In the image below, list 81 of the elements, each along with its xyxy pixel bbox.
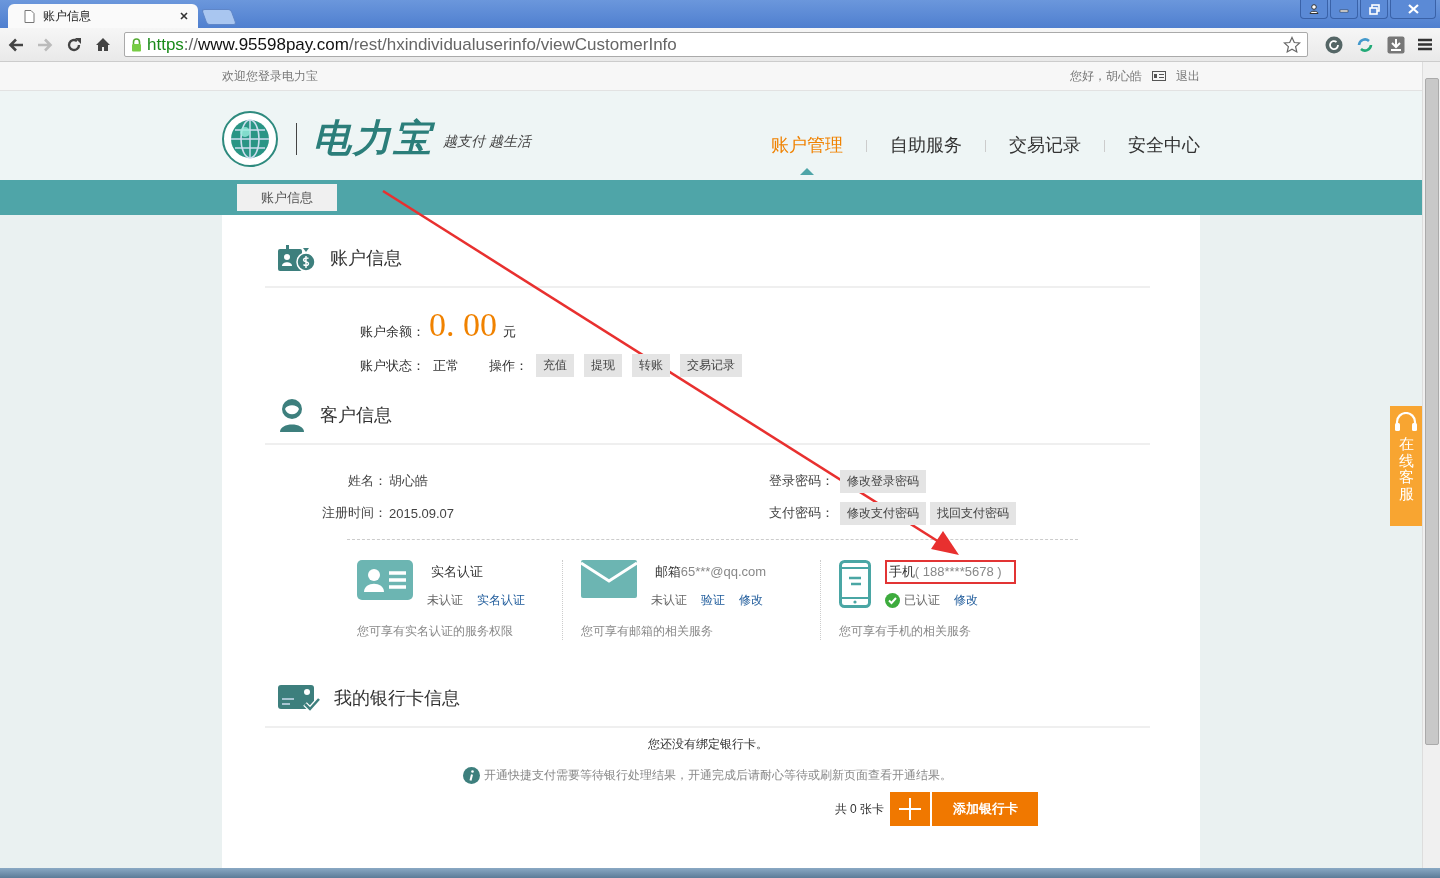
info-text: 开通快捷支付需要等待银行处理结果，开通完成后请耐心等待或刷新页面查看开通结果。 xyxy=(484,767,952,784)
verification-title: 邮箱65***@qq.com xyxy=(653,563,768,581)
plus-icon xyxy=(899,798,921,820)
restore-icon xyxy=(1368,3,1380,15)
close-icon xyxy=(1407,4,1419,14)
password-button[interactable]: 修改支付密码 xyxy=(840,501,926,525)
verification-link[interactable]: 实名认证 xyxy=(477,592,525,609)
field-value: 2015.09.07 xyxy=(389,505,455,521)
person-icon xyxy=(1309,4,1319,14)
home-icon[interactable] xyxy=(95,37,111,52)
headset-icon xyxy=(1394,412,1418,432)
verification-title: 实名认证 xyxy=(430,563,484,581)
scrollbar[interactable] xyxy=(1422,62,1440,868)
currency-text: 元 xyxy=(503,323,516,341)
back-icon[interactable] xyxy=(8,37,24,52)
sub-tab[interactable]: 账户信息 xyxy=(237,184,337,211)
section-title: 客户信息 xyxy=(320,404,392,427)
reload-icon[interactable] xyxy=(66,36,82,53)
close-window-button[interactable] xyxy=(1390,0,1436,19)
field-label: 姓名： xyxy=(347,472,387,490)
logout-link[interactable]: 退出 xyxy=(1176,67,1200,85)
welcome-text: 欢迎您登录电力宝 xyxy=(222,67,318,85)
verification-status: 未认证 xyxy=(427,592,463,609)
download-icon[interactable] xyxy=(1387,35,1405,54)
id-card-icon xyxy=(1152,71,1166,81)
verification-status: 已认证 xyxy=(903,592,940,609)
operations-label: 操作： xyxy=(489,356,528,375)
operation-button[interactable]: 提现 xyxy=(584,354,622,377)
service-note: 您可享有邮箱的相关服务 xyxy=(580,623,714,640)
nav-tab[interactable]: 交易记录 xyxy=(1009,102,1081,175)
account-money-icon xyxy=(278,244,316,272)
verification-status: 未认证 xyxy=(650,592,687,609)
page-icon xyxy=(24,9,35,23)
nav-tab[interactable]: 安全中心 xyxy=(1128,102,1200,175)
lock-icon xyxy=(131,37,142,52)
verification-title: 手机( 188****5678 ) xyxy=(884,560,1016,584)
slogan-text: 越支付 越生活 xyxy=(443,132,531,151)
card-count: 共 0 张卡 xyxy=(834,800,884,818)
user-icon xyxy=(278,398,306,432)
scroll-thumb[interactable] xyxy=(1424,78,1439,745)
user-button[interactable] xyxy=(1300,0,1328,19)
password-label: 登录密码： xyxy=(769,472,834,490)
status-value: 正常 xyxy=(433,356,459,375)
extension-icon[interactable] xyxy=(1325,35,1343,54)
sync-icon[interactable] xyxy=(1356,35,1374,54)
password-label: 支付密码： xyxy=(769,504,834,522)
star-icon[interactable] xyxy=(1283,35,1301,54)
operation-button[interactable]: 交易记录 xyxy=(680,354,742,377)
address-field[interactable]: https://www.95598pay.com/rest/hxindividualuserinfo/viewCustomerInfo xyxy=(124,32,1308,57)
greeting-text: 您好，胡心皓 xyxy=(1070,67,1142,85)
field-value: 胡心皓 xyxy=(389,472,428,490)
phone-icon xyxy=(838,560,871,608)
section-title: 账户信息 xyxy=(330,247,402,270)
section-title: 我的银行卡信息 xyxy=(334,687,460,710)
menu-icon[interactable] xyxy=(1418,38,1432,51)
verification-link[interactable]: 修改 xyxy=(953,592,978,609)
bank-card-icon xyxy=(278,684,320,712)
operation-button[interactable]: 充值 xyxy=(536,354,574,377)
restore-button[interactable] xyxy=(1360,0,1388,19)
balance-label: 账户余额： xyxy=(360,323,425,341)
status-label: 账户状态： xyxy=(360,356,425,375)
password-button[interactable]: 找回支付密码 xyxy=(930,501,1016,525)
nav-tab[interactable]: 自助服务 xyxy=(890,102,962,175)
info-icon xyxy=(463,767,480,784)
brand-logo: 电力宝 xyxy=(313,116,433,161)
globe-logo-icon xyxy=(222,110,278,167)
password-button[interactable]: 修改登录密码 xyxy=(840,469,926,493)
id-card-icon xyxy=(357,560,413,600)
service-note: 您可享有实名认证的服务权限 xyxy=(357,623,514,640)
browser-tab[interactable]: 账户信息 xyxy=(8,4,198,28)
close-icon[interactable] xyxy=(180,12,188,20)
service-note: 您可享有手机的相关服务 xyxy=(838,623,972,640)
operation-button[interactable]: 转账 xyxy=(632,354,670,377)
field-label: 注册时间： xyxy=(321,504,387,522)
envelope-icon xyxy=(580,560,637,598)
verification-link[interactable]: 验证 xyxy=(700,592,725,609)
add-button[interactable] xyxy=(890,792,930,826)
verification-link[interactable]: 修改 xyxy=(738,592,763,609)
empty-message: 您还没有绑定银行卡。 xyxy=(646,736,769,753)
balance-amount: 0. 00 xyxy=(429,306,497,344)
minimize-button[interactable] xyxy=(1330,0,1358,19)
